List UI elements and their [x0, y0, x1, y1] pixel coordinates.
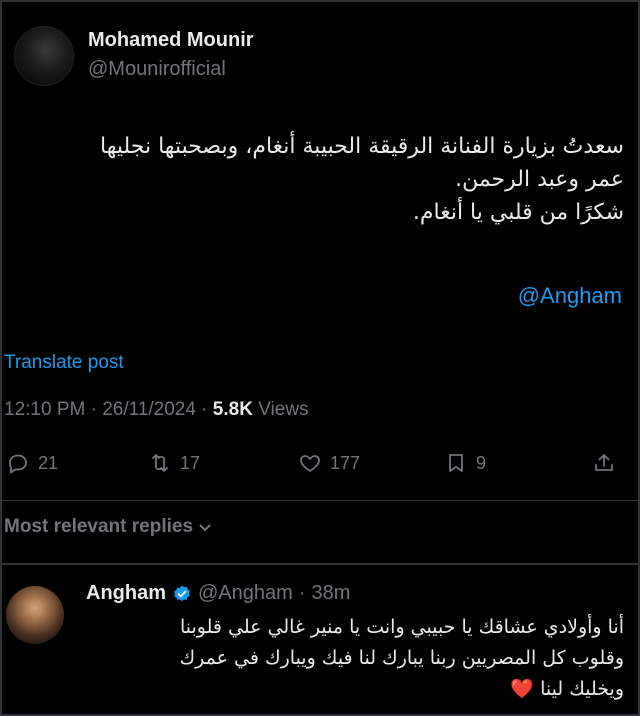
reply-header: Angham @Angham · 38m: [86, 582, 351, 605]
heart-emoji: ❤️: [510, 678, 535, 700]
divider: [0, 563, 640, 565]
repost-button[interactable]: 17: [148, 451, 200, 475]
reply-avatar[interactable]: [6, 586, 64, 644]
reply-age[interactable]: 38m: [311, 582, 350, 605]
post-date[interactable]: 26/11/2024: [102, 399, 196, 420]
tweet-line: شكرًا من قلبي يا أنغام.: [412, 200, 624, 225]
heart-icon: [300, 455, 320, 472]
post-meta: 12:10 PM · 26/11/2024 · 5.8K Views: [4, 399, 309, 420]
reply-line: وقلوب كل المصريين ربنا يبارك لنا فيك ويب…: [179, 647, 624, 669]
views-label: Views: [258, 399, 309, 420]
action-bar: 21 17 177 9: [0, 451, 640, 481]
tweet-line: سعدتُ بزيارة الفنانة الرقيقة الحبيبة أنغ…: [100, 134, 624, 159]
divider: [0, 500, 640, 501]
tweet-text: سعدتُ بزيارة الفنانة الرقيقة الحبيبة أنغ…: [10, 130, 624, 229]
mention-link[interactable]: @Angham: [518, 283, 622, 309]
verified-badge-icon: [174, 585, 190, 601]
avatar[interactable]: [14, 26, 74, 86]
views-count: 5.8K: [212, 399, 253, 420]
reply-text: أنا وأولادي عشاقك يا حبيبي وانت يا منير …: [86, 612, 624, 705]
share-icon: [595, 454, 613, 471]
author-handle[interactable]: @Mounirofficial: [88, 58, 226, 81]
bookmark-button[interactable]: 9: [444, 451, 486, 475]
share-button[interactable]: [592, 451, 616, 475]
reply-line-last: ويخليك لينا ❤️: [86, 674, 624, 705]
reply-line: ويخليك لينا: [540, 678, 624, 700]
reply-icon: [9, 454, 27, 474]
bookmark-icon: [449, 454, 463, 472]
reply-button[interactable]: 21: [6, 451, 58, 475]
like-count: 177: [330, 452, 361, 473]
replies-sort-label: Most relevant replies: [4, 516, 194, 537]
reply-count: 21: [38, 452, 59, 473]
repost-icon: [152, 454, 168, 472]
tweet-line: عمر وعبد الرحمن.: [455, 167, 624, 192]
post-time[interactable]: 12:10 PM: [4, 399, 85, 420]
like-button[interactable]: 177: [298, 451, 360, 475]
author-name[interactable]: Mohamed Mounir: [88, 29, 254, 52]
reply-author-name[interactable]: Angham: [86, 582, 166, 605]
repost-count: 17: [180, 452, 201, 473]
reply-author-handle[interactable]: @Angham: [198, 582, 293, 605]
replies-sort-dropdown[interactable]: Most relevant replies: [4, 516, 213, 538]
bookmark-count: 9: [476, 452, 487, 473]
translate-post-link[interactable]: Translate post: [4, 352, 124, 374]
reply-line: أنا وأولادي عشاقك يا حبيبي وانت يا منير …: [180, 616, 624, 638]
chevron-down-icon: [199, 524, 211, 532]
